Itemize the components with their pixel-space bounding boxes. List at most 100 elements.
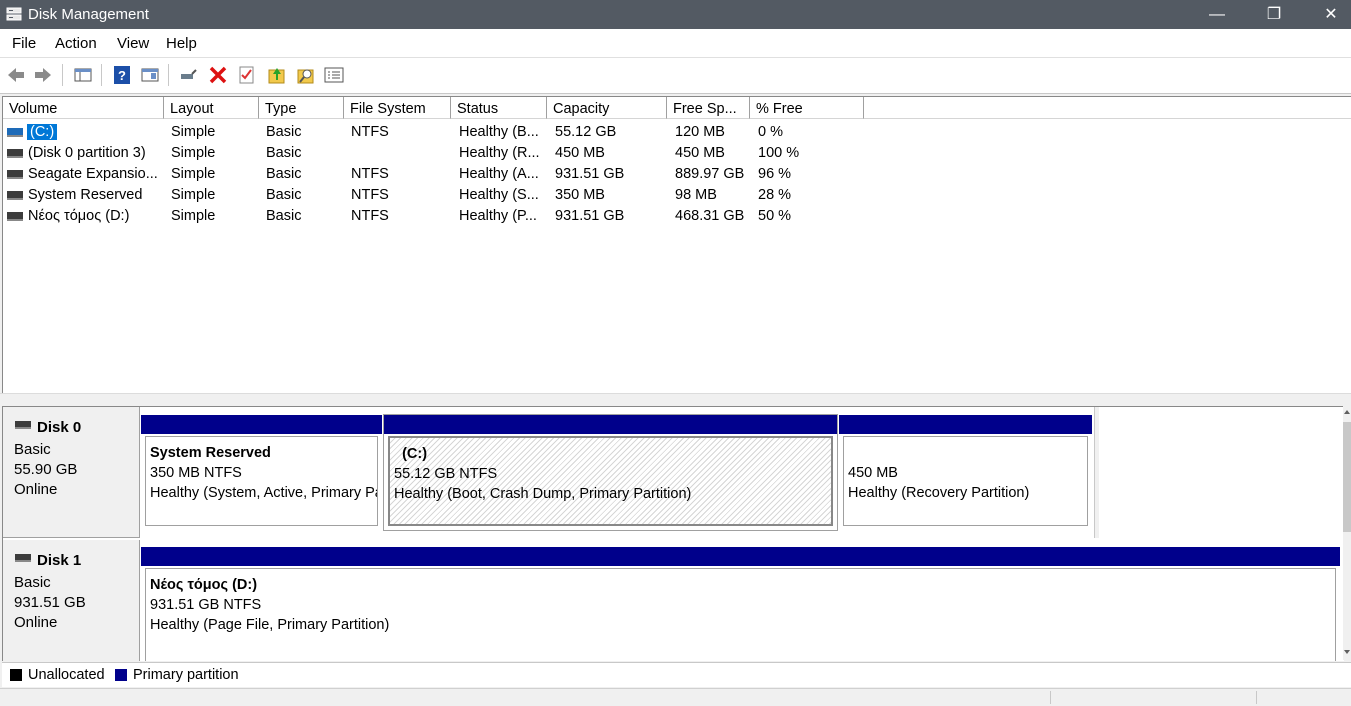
menu-file[interactable]: File (12, 35, 36, 52)
scroll-down-icon[interactable] (1344, 650, 1350, 654)
column-capacity[interactable]: Capacity (547, 97, 667, 119)
volume-capacity: 931.51 GB (555, 208, 625, 224)
partition-color-bar (141, 415, 382, 434)
volume-type: Basic (266, 124, 302, 140)
column-free-space[interactable]: Free Sp... (667, 97, 750, 119)
disk-1-name: Disk 1 (15, 552, 81, 569)
volume-type: Basic (266, 208, 302, 224)
partition-status: Healthy (Page File, Primary Partition) (150, 617, 390, 633)
partition-status: Healthy (Recovery Partition) (848, 485, 1030, 501)
partition-color-bar (141, 547, 1340, 566)
close-button[interactable]: ✕ (1308, 0, 1351, 29)
disk-map-scrollbar[interactable] (1343, 406, 1351, 660)
partition-detail: 450 MB (848, 465, 898, 481)
rescan-icon[interactable] (296, 65, 316, 85)
disk-0-type: Basic (14, 441, 51, 458)
disk-1-type: Basic (14, 574, 51, 591)
menu-action[interactable]: Action (55, 35, 97, 52)
partition-c[interactable]: (C:) 55.12 GB NTFS Healthy (Boot, Crash … (383, 414, 838, 531)
column-status[interactable]: Status (451, 97, 547, 119)
disk-1-size: 931.51 GB (14, 594, 86, 611)
legend: Unallocated Primary partition (2, 662, 1351, 687)
table-row[interactable]: (Disk 0 partition 3) Simple Basic Health… (3, 143, 1351, 164)
console-tree-icon[interactable] (73, 65, 93, 85)
partition-color-bar (384, 415, 837, 434)
volume-type: Basic (266, 187, 302, 203)
status-divider (1256, 691, 1257, 704)
volume-capacity: 55.12 GB (555, 124, 617, 140)
volume-layout: Simple (171, 166, 216, 182)
volume-file-system: NTFS (351, 166, 389, 182)
volume-status: Healthy (P... (459, 208, 537, 224)
scrollbar-thumb[interactable] (1343, 422, 1351, 532)
disk-map: Disk 0 Basic 55.90 GB Online System Rese… (2, 406, 1344, 661)
volume-file-system: NTFS (351, 208, 389, 224)
menu-view[interactable]: View (117, 35, 149, 52)
status-divider (1050, 691, 1051, 704)
volume-file-system: NTFS (351, 124, 389, 140)
menu-help[interactable]: Help (166, 35, 197, 52)
table-row[interactable]: (C:) Simple Basic NTFS Healthy (B... 55.… (3, 122, 1351, 143)
volume-capacity: 450 MB (555, 145, 605, 161)
svg-text:?: ? (118, 68, 126, 83)
disk-1-label[interactable]: Disk 1 Basic 931.51 GB Online (3, 540, 140, 661)
partition-system-reserved[interactable]: System Reserved 350 MB NTFS Healthy (Sys… (141, 415, 382, 530)
table-row[interactable]: Νέος τόμος (D:) Simple Basic NTFS Health… (3, 206, 1351, 227)
volume-status: Healthy (R... (459, 145, 540, 161)
window-title: Disk Management (28, 6, 149, 23)
partition-name: Νέος τόμος (D:) (150, 577, 258, 593)
disk-0-label[interactable]: Disk 0 Basic 55.90 GB Online (3, 407, 140, 538)
volume-name: (C:) (27, 122, 58, 143)
back-icon[interactable] (6, 65, 26, 85)
forward-icon[interactable] (33, 65, 53, 85)
delete-icon[interactable] (208, 65, 228, 85)
partition-recovery[interactable]: 450 MB Healthy (Recovery Partition) (839, 415, 1092, 530)
restore-button[interactable]: ❐ (1251, 0, 1297, 29)
check-icon[interactable] (237, 65, 257, 85)
volume-percent-free: 100 % (758, 145, 800, 161)
volume-percent-free: 50 % (758, 208, 792, 224)
volume-name: (Disk 0 partition 3) (28, 145, 146, 161)
minimize-button[interactable]: — (1194, 0, 1240, 29)
refresh-icon[interactable] (267, 65, 287, 85)
volume-list: Volume Layout Type File System Status Ca… (2, 96, 1351, 394)
partition-status: Healthy (Boot, Crash Dump, Primary Parti… (394, 486, 692, 502)
volume-percent-free: 96 % (758, 166, 792, 182)
table-row[interactable]: System Reserved Simple Basic NTFS Health… (3, 185, 1351, 206)
column-layout[interactable]: Layout (164, 97, 259, 119)
volume-name-selected: (C:) (27, 124, 58, 140)
column-percent-free[interactable]: % Free (750, 97, 864, 119)
toolbar-separator (168, 64, 169, 86)
table-row[interactable]: Seagate Expansio... Simple Basic NTFS He… (3, 164, 1351, 185)
volume-status: Healthy (S... (459, 187, 539, 203)
volume-percent-free: 28 % (758, 187, 792, 203)
partition-d[interactable]: Νέος τόμος (D:) 931.51 GB NTFS Healthy (… (141, 547, 1340, 661)
connect-drive-icon[interactable] (178, 65, 198, 85)
help-icon[interactable]: ? (112, 65, 132, 85)
volume-free-space: 450 MB (675, 145, 725, 161)
volume-file-system: NTFS (351, 187, 389, 203)
volume-layout: Simple (171, 124, 216, 140)
volume-layout: Simple (171, 187, 216, 203)
properties-icon[interactable] (324, 65, 344, 85)
disk-0-name: Disk 0 (15, 419, 81, 436)
disk-icon (15, 421, 31, 430)
column-filler (864, 97, 1351, 119)
unallocated-swatch (10, 669, 22, 681)
column-type[interactable]: Type (259, 97, 344, 119)
column-file-system[interactable]: File System (344, 97, 451, 119)
pane-splitter[interactable] (0, 393, 1351, 407)
status-bar (0, 688, 1351, 706)
show-pane-icon[interactable] (140, 65, 160, 85)
partition-name: (C:) (402, 446, 428, 462)
toolbar: ? (0, 57, 1351, 94)
column-volume[interactable]: Volume (3, 97, 164, 119)
volume-free-space: 468.31 GB (675, 208, 745, 224)
scroll-up-icon[interactable] (1344, 410, 1350, 414)
partition-name: System Reserved (150, 445, 271, 461)
volume-capacity: 350 MB (555, 187, 605, 203)
volume-type: Basic (266, 166, 302, 182)
volume-name: Seagate Expansio... (28, 166, 158, 182)
drive-icon (7, 191, 23, 200)
drive-icon (7, 149, 23, 158)
